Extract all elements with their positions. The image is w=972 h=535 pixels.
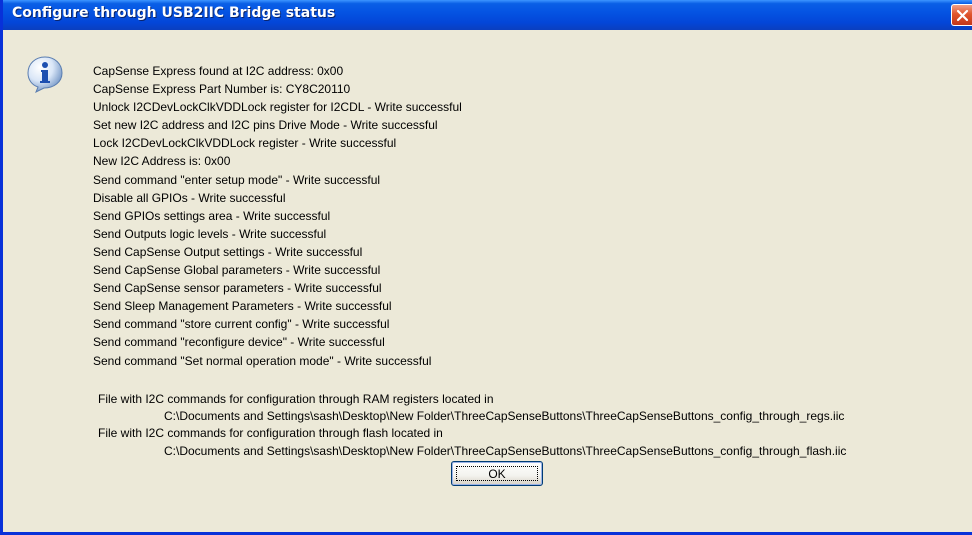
message-line: Send command "enter setup mode" - Write … [93,172,381,187]
message-line: CapSense Express Part Number is: CY8C201… [93,82,351,97]
message-line: Send command "store current config" - Wr… [93,317,390,332]
title-bar[interactable]: Configure through USB2IIC Bridge status [3,0,972,30]
message-line: Send CapSense sensor parameters - Write … [93,281,382,296]
message-line: Unlock I2CDevLockClkVDDLock register for… [93,100,462,115]
window-title: Configure through USB2IIC Bridge status [12,5,336,21]
message-line: Send CapSense Global parameters - Write … [93,263,381,278]
message-line: Send GPIOs settings area - Write success… [93,208,331,223]
message-line: Send Sleep Management Parameters - Write… [93,299,392,314]
message-line: Set new I2C address and I2C pins Drive M… [93,118,438,133]
regs-file-label: File with I2C commands for configuration… [98,392,494,406]
message-list: CapSense Express found at I2C address: 0… [93,62,462,370]
message-line: Send Outputs logic levels - Write succes… [93,226,327,241]
message-line: New I2C Address is: 0x00 [93,154,231,169]
file-info: File with I2C commands for configuration… [98,391,846,460]
close-icon [956,9,969,22]
message-line: CapSense Express found at I2C address: 0… [93,64,344,78]
message-line: Send command "Set normal operation mode"… [93,353,432,368]
message-line: Send command "reconfigure device" - Writ… [93,335,385,350]
close-button[interactable] [951,4,972,26]
ok-button[interactable]: OK [451,461,543,486]
regs-file-path: C:\Documents and Settings\sash\Desktop\N… [164,409,845,424]
message-line: Lock I2CDevLockClkVDDLock register - Wri… [93,136,397,151]
flash-file-label: File with I2C commands for configuration… [98,426,443,441]
focus-ring [456,466,538,481]
flash-file-path: C:\Documents and Settings\sash\Desktop\N… [164,443,847,458]
message-line: Send CapSense Output settings - Write su… [93,244,363,259]
info-icon [27,56,63,93]
message-line: Disable all GPIOs - Write successful [93,190,286,205]
status-dialog: Configure through USB2IIC Bridge status … [0,0,972,535]
